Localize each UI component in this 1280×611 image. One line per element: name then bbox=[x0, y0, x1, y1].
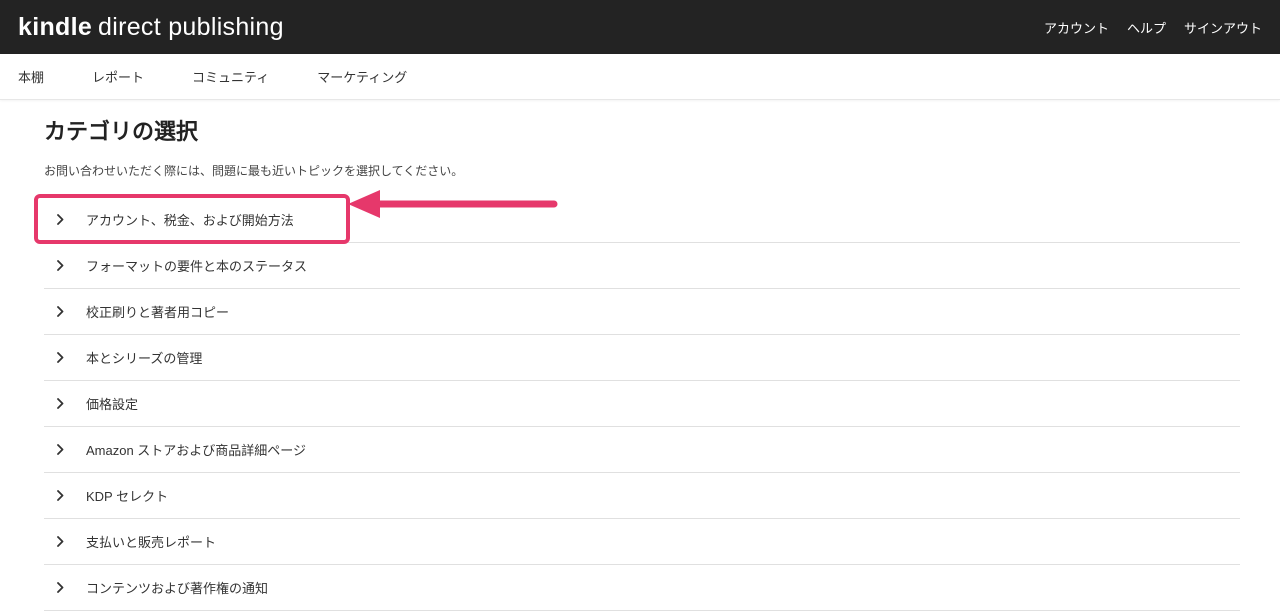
category-label: KDP セレクト bbox=[86, 486, 168, 505]
header-links: アカウント ヘルプ サインアウト bbox=[1044, 18, 1262, 37]
page-title: カテゴリの選択 bbox=[44, 114, 1240, 146]
nav-marketing[interactable]: マーケティング bbox=[317, 67, 407, 86]
logo-kindle: kindle bbox=[18, 13, 92, 42]
chevron-right-icon bbox=[52, 258, 68, 274]
logo-rest: direct publishing bbox=[98, 13, 284, 42]
nav-community[interactable]: コミュニティ bbox=[192, 67, 269, 86]
nav-bar: 本棚 レポート コミュニティ マーケティング bbox=[0, 54, 1280, 100]
category-label: フォーマットの要件と本のステータス bbox=[86, 256, 307, 275]
category-label: アカウント、税金、および開始方法 bbox=[86, 210, 294, 229]
category-label: 価格設定 bbox=[86, 394, 138, 413]
top-header: kindle direct publishing アカウント ヘルプ サインアウ… bbox=[0, 0, 1280, 54]
chevron-right-icon bbox=[52, 442, 68, 458]
header-link-signout[interactable]: サインアウト bbox=[1184, 18, 1262, 37]
chevron-right-icon bbox=[52, 350, 68, 366]
content: カテゴリの選択 お問い合わせいただく際には、問題に最も近いトピックを選択してくだ… bbox=[0, 100, 1280, 611]
page-subtitle: お問い合わせいただく際には、問題に最も近いトピックを選択してください。 bbox=[44, 162, 1240, 179]
logo[interactable]: kindle direct publishing bbox=[18, 13, 284, 42]
category-item-kdp-select[interactable]: KDP セレクト bbox=[44, 473, 1240, 519]
category-label: 校正刷りと著者用コピー bbox=[86, 302, 229, 321]
category-label: 本とシリーズの管理 bbox=[86, 348, 202, 367]
chevron-right-icon bbox=[52, 304, 68, 320]
category-item-books-series[interactable]: 本とシリーズの管理 bbox=[44, 335, 1240, 381]
nav-reports[interactable]: レポート bbox=[92, 67, 144, 86]
category-label: コンテンツおよび著作権の通知 bbox=[86, 578, 268, 597]
header-link-account[interactable]: アカウント bbox=[1044, 18, 1109, 37]
category-item-content-copyright[interactable]: コンテンツおよび著作権の通知 bbox=[44, 565, 1240, 611]
chevron-right-icon bbox=[52, 212, 68, 228]
category-label: 支払いと販売レポート bbox=[86, 532, 216, 551]
chevron-right-icon bbox=[52, 396, 68, 412]
chevron-right-icon bbox=[52, 580, 68, 596]
category-item-account-tax[interactable]: アカウント、税金、および開始方法 bbox=[44, 197, 1240, 243]
category-item-payments[interactable]: 支払いと販売レポート bbox=[44, 519, 1240, 565]
category-list: アカウント、税金、および開始方法 フォーマットの要件と本のステータス 校正刷りと… bbox=[44, 197, 1240, 611]
category-item-format[interactable]: フォーマットの要件と本のステータス bbox=[44, 243, 1240, 289]
chevron-right-icon bbox=[52, 534, 68, 550]
category-label: Amazon ストアおよび商品詳細ページ bbox=[86, 440, 306, 459]
category-item-store[interactable]: Amazon ストアおよび商品詳細ページ bbox=[44, 427, 1240, 473]
header-link-help[interactable]: ヘルプ bbox=[1127, 18, 1166, 37]
chevron-right-icon bbox=[52, 488, 68, 504]
nav-bookshelf[interactable]: 本棚 bbox=[18, 67, 44, 86]
category-item-proof[interactable]: 校正刷りと著者用コピー bbox=[44, 289, 1240, 335]
category-item-pricing[interactable]: 価格設定 bbox=[44, 381, 1240, 427]
